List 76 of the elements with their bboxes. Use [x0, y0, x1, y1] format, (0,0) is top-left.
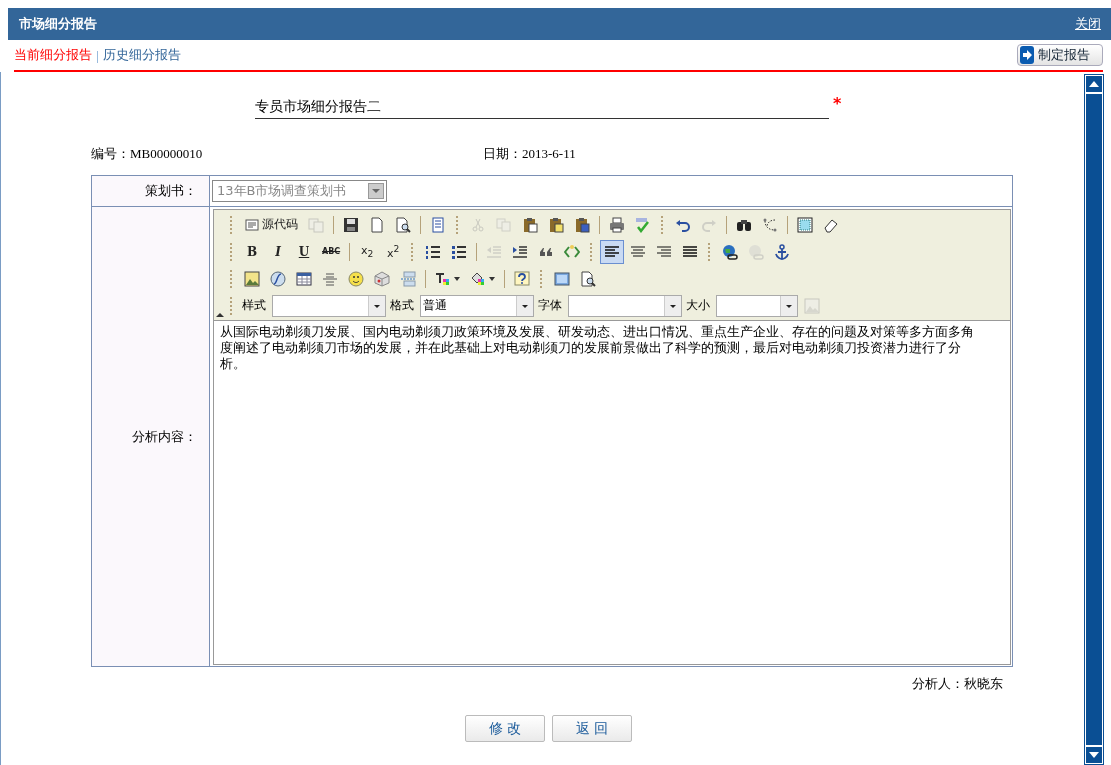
- spellcheck-icon: [635, 216, 651, 233]
- anchor-icon: [774, 243, 791, 260]
- content-paragraph: 从国际电动剃须刀发展、国内电动剃须刀政策环境及发展、研发动态、进出口情况、重点生产企业、存在的问题及对策等多方面多角度阐述了电动剃须刀市场的发展，并在此基础上对电动剃须刀的发展前景做出了科学的预测，最后对电动剃须刀投资潜力进行了分析。: [220, 324, 975, 372]
- justify-icon: [682, 243, 699, 260]
- globe-chain-icon: [748, 243, 765, 260]
- create-report-button[interactable]: 制定报告: [1017, 44, 1103, 66]
- clipboard-icon: [522, 216, 538, 233]
- align-left-button[interactable]: [600, 239, 625, 264]
- brackets-icon: [564, 243, 581, 260]
- window-title: 市场细分报告: [19, 15, 97, 33]
- strikethrough-button[interactable]: ABC: [318, 239, 345, 264]
- help-icon: [514, 270, 530, 287]
- combo-field[interactable]: [568, 294, 682, 317]
- edit-button[interactable]: 修 改: [465, 715, 545, 742]
- combo-label: 格式: [390, 297, 414, 314]
- page-magnifier-icon: [580, 270, 596, 287]
- superscript-button[interactable]: x$^{2}$: [381, 239, 406, 264]
- combo-label: 字体: [538, 297, 562, 314]
- align-left-icon: [604, 243, 621, 260]
- outdent-icon: [486, 243, 503, 260]
- scissors-icon: [470, 216, 486, 233]
- blank-page-icon: [369, 216, 385, 233]
- scrollbar[interactable]: [1084, 74, 1104, 765]
- printer-icon: [609, 216, 625, 233]
- align-right-icon: [656, 243, 673, 260]
- underline-button[interactable]: U: [292, 239, 316, 264]
- smiley-icon: [348, 270, 364, 287]
- numbered-list-icon: [425, 243, 442, 260]
- clipboard-icon: [574, 216, 590, 233]
- back-button[interactable]: 返 回: [552, 715, 632, 742]
- pages-icon: [308, 216, 324, 233]
- report-date: 日期：2013-6-11: [483, 145, 576, 163]
- collapse-toolbar-icon[interactable]: [216, 313, 224, 317]
- window-icon: [554, 270, 570, 287]
- image-icon: [804, 297, 820, 314]
- analyst-label: 分析人：秋晓东: [912, 675, 1003, 693]
- cube-icon: [374, 270, 390, 287]
- dotted-arrows-icon: [762, 216, 778, 233]
- table-icon: [296, 270, 312, 287]
- combo-field[interactable]: [716, 294, 798, 317]
- scroll-up-icon[interactable]: [1086, 76, 1102, 92]
- paint-bucket-icon: [470, 270, 486, 287]
- caret-icon: [489, 276, 495, 281]
- bold-button[interactable]: B: [240, 239, 264, 264]
- italic-button[interactable]: I: [266, 239, 290, 264]
- indent-icon: [512, 243, 529, 260]
- color-swatch-icon: [435, 270, 451, 287]
- clipboard-icon: [548, 216, 564, 233]
- plan-label: 策划书：: [92, 176, 210, 207]
- scroll-down-icon[interactable]: [1086, 747, 1102, 763]
- horizontal-rule-icon: [322, 270, 338, 287]
- combo-field[interactable]: 普通: [420, 294, 534, 317]
- page-magnifier-icon: [395, 216, 411, 233]
- content-label: 分析内容：: [92, 207, 210, 666]
- source-button[interactable]: 源代码: [240, 212, 302, 237]
- combo-field[interactable]: [272, 294, 386, 317]
- page-break-icon: [400, 270, 416, 287]
- close-link[interactable]: 关闭: [1075, 15, 1101, 33]
- pages-icon: [496, 216, 512, 233]
- doc-icon: [244, 216, 260, 233]
- tab[interactable]: 当前细分报告: [14, 46, 92, 64]
- combo-label: 样式: [242, 297, 266, 314]
- subscript-button[interactable]: x$_{2}$: [355, 239, 380, 264]
- caret-icon: [454, 276, 460, 281]
- grid-square-icon: [797, 216, 813, 233]
- combo-label: 大小: [686, 297, 710, 314]
- report-number: 编号：MB00000010: [91, 145, 204, 163]
- tab[interactable]: 历史细分报告: [103, 46, 181, 64]
- disc-icon: [270, 270, 286, 287]
- lined-page-icon: [430, 216, 446, 233]
- required-mark: *: [833, 94, 842, 113]
- title-field[interactable]: 专员市场细分报告二: [255, 98, 829, 119]
- image-icon: [244, 270, 260, 287]
- globe-chain-icon: [722, 243, 739, 260]
- bulleted-list-icon: [451, 243, 468, 260]
- align-center-icon: [630, 243, 647, 260]
